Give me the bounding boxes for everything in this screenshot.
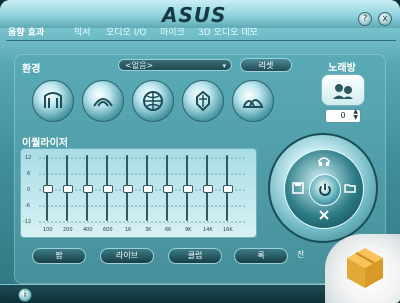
stage-icon: [44, 92, 62, 108]
eq-freq-label: 200: [63, 227, 73, 233]
karaoke-level-spinner[interactable]: 0 ▲ ▼: [325, 109, 361, 123]
eq-slider-thumb[interactable]: [183, 185, 193, 193]
tab-microphone[interactable]: 마이크: [160, 26, 185, 40]
close-window-button[interactable]: x: [378, 12, 392, 26]
close-icon[interactable]: [317, 208, 331, 222]
reset-button[interactable]: 리셋: [240, 58, 292, 72]
eq-slider-thumb[interactable]: [103, 185, 113, 193]
eq-slider-thumb[interactable]: [163, 185, 173, 193]
karaoke-box: 노래방 0 ▲ ▼: [317, 59, 367, 125]
eq-freq-label: 600: [103, 227, 113, 233]
chevron-down-icon: ▾: [222, 62, 226, 70]
eq-slider-thumb[interactable]: [123, 185, 133, 193]
folder-open-icon[interactable]: [343, 181, 357, 195]
preset-pop-button[interactable]: 팝: [32, 248, 86, 264]
help-window-button[interactable]: ?: [358, 12, 372, 26]
equalizer-box: 12 6 0 -6 -12 100 200 400 600 1K 3K 6K 9…: [20, 148, 257, 238]
eq-freq-label: 100: [43, 227, 53, 233]
eq-freq-label: 400: [83, 227, 93, 233]
eq-db-label: 6: [27, 171, 31, 177]
env-knight-button[interactable]: [182, 80, 224, 122]
eq-slider-thumb[interactable]: [83, 185, 93, 193]
env-stage-button[interactable]: [32, 80, 74, 122]
eq-freq-label: 6K: [165, 227, 172, 233]
karaoke-title: 노래방: [328, 63, 356, 74]
power-button[interactable]: [309, 174, 341, 206]
opera-house-icon: [243, 99, 263, 108]
tab-audio-io[interactable]: 오디오 I/O: [106, 26, 146, 40]
env-globe-button[interactable]: [132, 80, 174, 122]
karaoke-icon[interactable]: [321, 74, 365, 106]
eq-freq-label: 9K: [185, 227, 192, 233]
tab-mixer[interactable]: 믹서: [74, 26, 91, 40]
environment-label: 환경: [22, 64, 41, 75]
preset-live-button[interactable]: 라이브: [100, 248, 154, 264]
preset-club-button[interactable]: 클럽: [168, 248, 222, 264]
eq-db-label: 0: [27, 187, 31, 193]
eq-freq-label: 16K: [223, 227, 233, 233]
eq-slider-thumb[interactable]: [63, 185, 73, 193]
3d-cube-widget[interactable]: [325, 234, 400, 303]
eq-freq-label: 1K: [125, 227, 132, 233]
tab-3d-audio-demo[interactable]: 3D 오디오 데모: [198, 26, 258, 40]
eq-sliders: [43, 155, 243, 225]
karaoke-level-value: 0: [340, 111, 346, 120]
environment-dropdown-value: <없음>: [125, 61, 154, 70]
eq-db-label: -12: [23, 219, 32, 225]
eq-slider-thumb[interactable]: [203, 185, 213, 193]
env-tunnel-button[interactable]: [82, 80, 124, 122]
tab-sound-effects[interactable]: 음향 효과: [8, 26, 44, 40]
eq-slider-thumb[interactable]: [223, 185, 233, 193]
preset-partial-button[interactable]: 잔: [297, 249, 304, 260]
preset-rock-button[interactable]: 록: [234, 248, 288, 264]
package-box-icon: [347, 248, 383, 288]
headphones-icon[interactable]: [317, 154, 331, 168]
globe-icon: [143, 91, 163, 111]
eq-db-label: 12: [25, 155, 32, 161]
info-icon[interactable]: i: [18, 288, 32, 302]
eq-freq-row: 100 200 400 600 1K 3K 6K 9K 14K 16K: [43, 227, 243, 235]
environment-dropdown[interactable]: <없음> ▾: [118, 59, 232, 71]
asus-logo: ASUS: [162, 3, 227, 27]
power-icon: [319, 183, 331, 196]
eq-db-label: -6: [25, 203, 30, 209]
knight-icon: [196, 90, 210, 112]
equalizer-title: 이퀄라이저: [22, 138, 68, 149]
eq-slider-thumb[interactable]: [143, 185, 153, 193]
env-opera-house-button[interactable]: [232, 80, 274, 122]
control-dial[interactable]: [268, 133, 378, 243]
eq-freq-label: 3K: [145, 227, 152, 233]
audio-control-panel: ASUS ? x 음향 효과 믹서 오디오 I/O 마이크 3D 오디오 데모 …: [0, 0, 400, 303]
people-talk-icon: [333, 84, 353, 99]
tunnel-icon: [93, 98, 113, 107]
save-icon[interactable]: [291, 181, 305, 195]
dial-ring: [284, 149, 364, 229]
eq-freq-label: 14K: [203, 227, 213, 233]
spinner-down-icon[interactable]: ▼: [353, 115, 358, 121]
tab-underline: [6, 40, 396, 41]
eq-slider-thumb[interactable]: [43, 185, 53, 193]
